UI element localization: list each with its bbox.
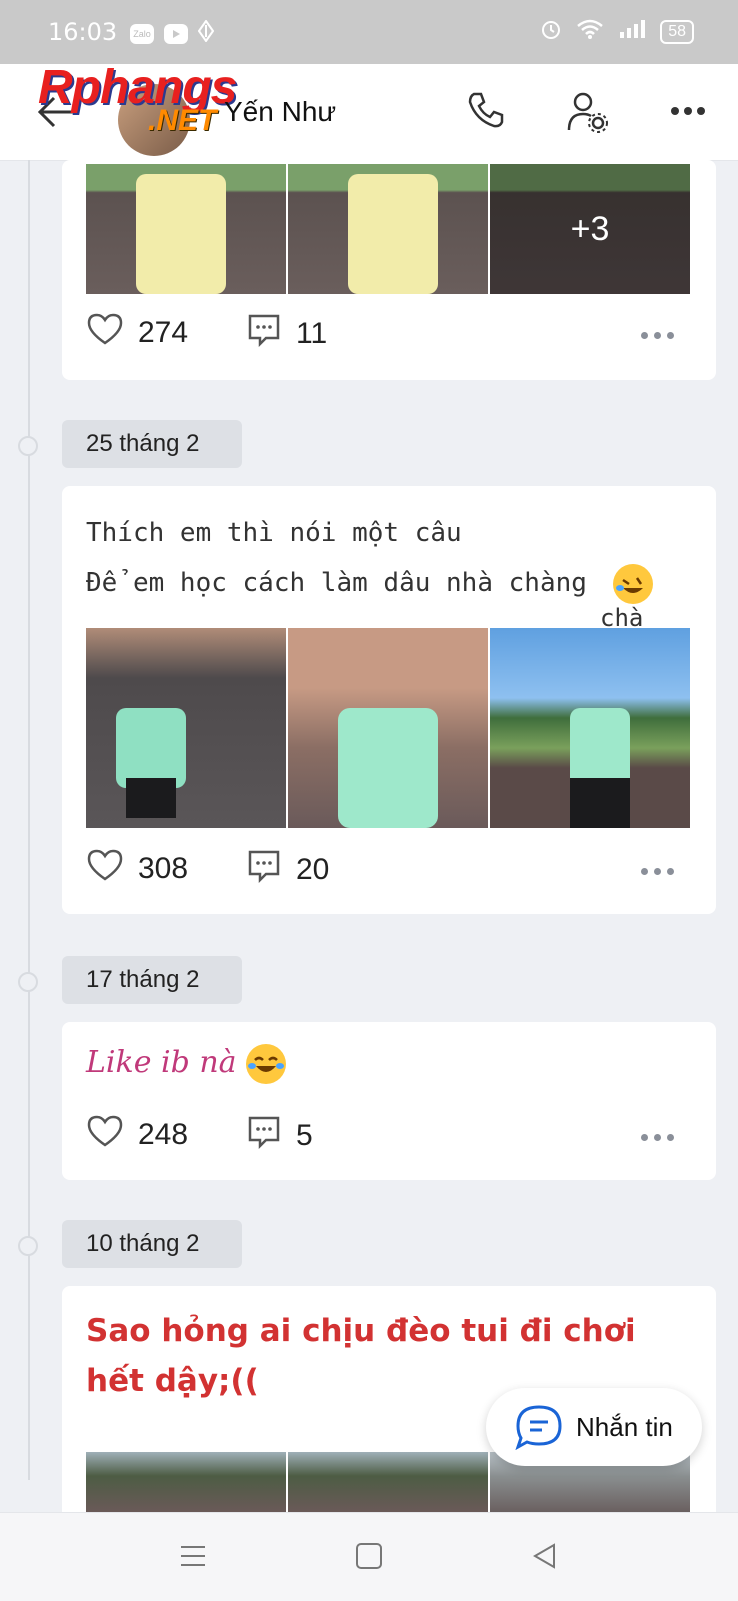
like-button[interactable]: 248 xyxy=(86,1114,188,1156)
youtube-icon xyxy=(164,23,188,44)
watermark-line2: .NET xyxy=(148,104,217,137)
status-app-icons: Zalo xyxy=(130,19,215,47)
heart-icon xyxy=(86,1114,124,1156)
message-button[interactable]: Nhắn tin xyxy=(486,1388,702,1466)
heart-icon xyxy=(86,312,124,354)
post-text: Like ib nà xyxy=(86,1044,287,1084)
battery-icon: 58 xyxy=(660,19,694,44)
comment-count: 20 xyxy=(296,853,330,886)
comment-icon xyxy=(246,1114,282,1158)
comment-button[interactable]: 20 xyxy=(246,848,329,892)
more-photos-count: +3 xyxy=(490,164,690,294)
post-more-icon[interactable] xyxy=(641,332,674,339)
timeline-line xyxy=(28,160,30,1480)
timeline-dot xyxy=(18,1236,38,1256)
date-chip: 25 tháng 2 xyxy=(62,420,242,468)
profile-header: Rphangs .NET Yến Như xyxy=(0,61,738,161)
photo-thumbnail[interactable] xyxy=(86,1452,286,1512)
photo-grid: +3 xyxy=(86,164,690,294)
photo-thumbnail[interactable] xyxy=(86,164,286,294)
timeline-dot xyxy=(18,972,38,992)
photo-thumbnail[interactable] xyxy=(288,628,488,828)
comment-button[interactable]: 11 xyxy=(246,312,327,356)
post-card: Like ib nà 248 5 xyxy=(62,1022,716,1180)
post-text-line: Thích em thì nói một câu xyxy=(86,518,462,548)
wifi-icon xyxy=(576,18,604,45)
post-card: Thích em thì nói một câu Để em học cách … xyxy=(62,486,716,914)
like-count: 274 xyxy=(138,316,189,349)
date-chip: 17 tháng 2 xyxy=(62,956,242,1004)
comment-count: 5 xyxy=(296,1119,313,1152)
chat-bubble-icon xyxy=(514,1404,564,1455)
post-actions: 248 5 xyxy=(86,1114,692,1158)
like-button[interactable]: 274 xyxy=(86,312,188,354)
vpn-icon xyxy=(197,19,215,47)
photo-caption: chà xyxy=(600,604,644,632)
photo-thumbnail[interactable] xyxy=(288,164,488,294)
status-time: 16:03 xyxy=(48,18,118,46)
profile-name: Yến Như xyxy=(224,96,337,127)
post-actions: 274 11 xyxy=(86,312,692,356)
phone-icon[interactable] xyxy=(466,90,506,135)
status-bar: 16:03 Zalo 58 xyxy=(0,0,738,64)
post-text-line: Để em học cách làm dâu nhà chàng xyxy=(86,568,587,598)
rofl-emoji-icon xyxy=(612,563,653,604)
post-text-line: Sao hỏng ai chịu đèo tui đi chơi xyxy=(86,1313,636,1349)
date-chip: 10 tháng 2 xyxy=(62,1220,242,1268)
comment-button[interactable]: 5 xyxy=(246,1114,313,1158)
post-more-icon[interactable] xyxy=(641,1134,674,1141)
comment-count: 11 xyxy=(296,317,328,350)
post-card: +3 274 11 xyxy=(62,160,716,380)
post-more-icon[interactable] xyxy=(641,868,674,875)
comment-icon xyxy=(246,848,282,892)
timeline-dot xyxy=(18,436,38,456)
like-count: 308 xyxy=(138,852,189,885)
watermark-logo: Rphangs .NET xyxy=(38,60,237,137)
system-nav-bar xyxy=(0,1512,738,1601)
photo-thumbnail[interactable]: chà xyxy=(490,604,690,828)
menu-icon[interactable] xyxy=(178,1541,208,1576)
status-system-icons: 58 xyxy=(540,18,694,45)
more-options-icon[interactable] xyxy=(670,104,706,122)
post-actions: 308 20 xyxy=(86,848,692,892)
message-button-label: Nhắn tin xyxy=(576,1412,673,1442)
heart-icon xyxy=(86,848,124,890)
photo-thumbnail[interactable] xyxy=(86,628,286,828)
comment-icon xyxy=(246,312,282,356)
zalo-icon: Zalo xyxy=(130,23,154,44)
alarm-icon xyxy=(540,18,562,45)
photo-grid: chà xyxy=(86,604,690,828)
photo-thumbnail[interactable] xyxy=(288,1452,488,1512)
home-square-icon[interactable] xyxy=(354,1541,384,1576)
like-button[interactable]: 308 xyxy=(86,848,188,890)
photo-thumbnail-more[interactable]: +3 xyxy=(490,164,690,294)
joy-emoji-icon xyxy=(246,1044,287,1084)
post-text-line: Like ib nà xyxy=(86,1045,237,1080)
post-text: Thích em thì nói một câu Để em học cách … xyxy=(86,508,653,608)
back-triangle-icon[interactable] xyxy=(530,1541,560,1576)
profile-settings-icon[interactable] xyxy=(566,90,610,139)
signal-icon xyxy=(618,18,646,45)
like-count: 248 xyxy=(138,1118,189,1151)
